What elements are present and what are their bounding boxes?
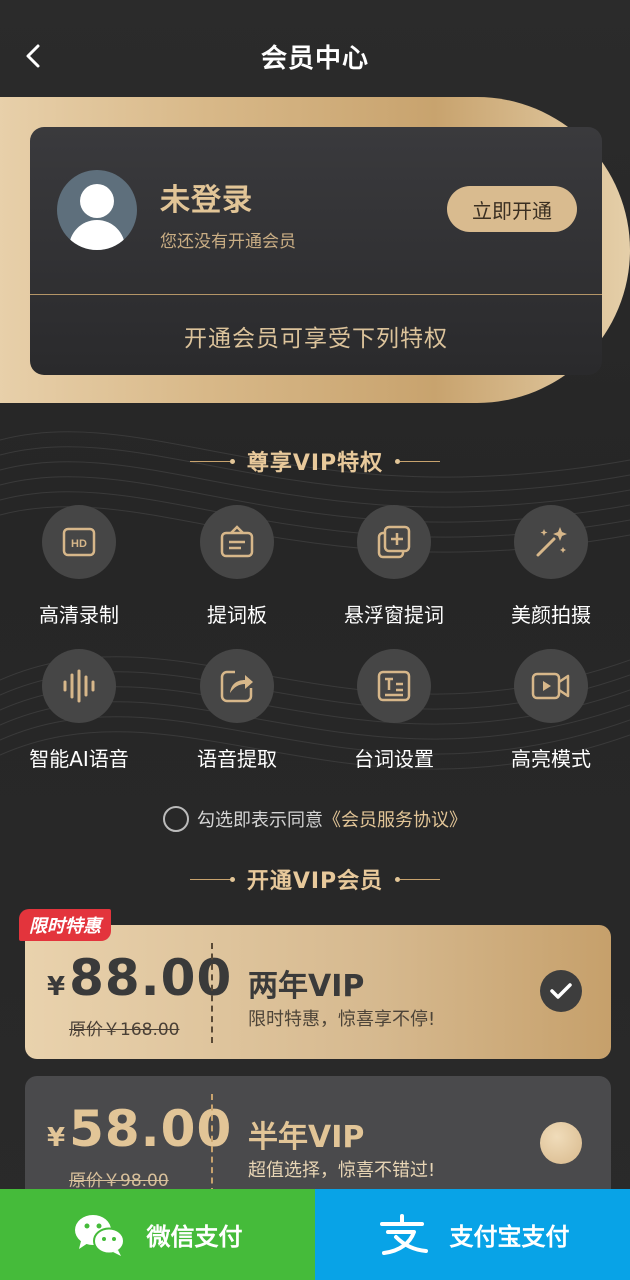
privilege-item-script-settings[interactable]: 台词设置: [315, 649, 473, 772]
price-amount: 88.00: [69, 949, 233, 1007]
header-bar: 会员中心: [0, 0, 630, 110]
privilege-label: 智能AI语音: [29, 747, 129, 771]
privilege-label: 悬浮窗提词: [344, 603, 444, 627]
plan-unselected-radio[interactable]: [540, 1122, 582, 1164]
card-divider: [30, 294, 602, 295]
hd-icon: HD: [42, 505, 116, 579]
membership-status: 您还没有开通会员: [160, 232, 296, 252]
plan-card-half-year[interactable]: ¥ 58.00 原价￥98.00 半年VIP 超值选择，惊喜不错过!: [25, 1076, 611, 1206]
payment-bar: 微信支付 支付宝支付: [0, 1189, 630, 1280]
plans-heading: 开通VIP会员: [0, 859, 630, 899]
price-amount: 58.00: [69, 1100, 233, 1158]
privileges-title: 尊享VIP特权: [246, 451, 384, 476]
avatar[interactable]: [57, 170, 137, 250]
plan-description: 限时特惠，惊喜享不停!: [248, 1009, 436, 1030]
privilege-label: 语音提取: [197, 747, 277, 771]
plan-card-two-year[interactable]: ¥ 88.00 原价￥168.00 两年VIP 限时特惠，惊喜享不停!: [25, 925, 611, 1059]
plan-description: 超值选择，惊喜不错过!: [248, 1160, 436, 1181]
video-camera-icon: [514, 649, 588, 723]
privilege-hint: 开通会员可享受下列特权: [184, 326, 448, 352]
privilege-item-teleprompter-board[interactable]: 提词板: [158, 505, 316, 628]
plan-name: 两年VIP: [248, 969, 365, 1004]
privilege-item-hd-recording[interactable]: HD 高清录制: [0, 505, 158, 628]
page-title: 会员中心: [260, 44, 369, 74]
agreement-checkbox[interactable]: [163, 806, 189, 832]
alipay-label: 支付宝支付: [449, 1223, 570, 1251]
svg-text:HD: HD: [71, 538, 87, 550]
heading-decoration-right: [395, 458, 441, 464]
service-agreement-link[interactable]: 《会员服务协议》: [323, 806, 467, 832]
privilege-item-highlight-mode[interactable]: 高亮模式: [472, 649, 630, 772]
user-card: 未登录 您还没有开通会员 立即开通 开通会员可享受下列特权: [30, 127, 602, 375]
privilege-item-ai-voice[interactable]: 智能AI语音: [0, 649, 158, 772]
privilege-label: 高清录制: [39, 603, 119, 627]
agreement-text: 勾选即表示同意: [197, 810, 323, 831]
voice-wave-icon: [42, 649, 116, 723]
user-name[interactable]: 未登录: [160, 175, 253, 219]
privilege-item-beauty-shoot[interactable]: 美颜拍摄: [472, 505, 630, 628]
share-extract-icon: [200, 649, 274, 723]
agreement-row: 勾选即表示同意 《会员服务协议》: [0, 806, 630, 832]
original-price: 原价￥168.00: [69, 1020, 180, 1040]
plan-selected-check[interactable]: [540, 970, 582, 1012]
heading-decoration-left: [189, 876, 235, 882]
magic-wand-icon: [514, 505, 588, 579]
heading-decoration-left: [189, 458, 235, 464]
plan-price: ¥ 88.00: [47, 949, 232, 1007]
floating-window-icon: [357, 505, 431, 579]
privilege-label: 美颜拍摄: [511, 603, 591, 627]
heading-decoration-right: [395, 876, 441, 882]
checkmark-icon: [550, 983, 572, 999]
alipay-icon: [379, 1213, 428, 1255]
currency-symbol: ¥: [47, 972, 66, 1002]
currency-symbol: ¥: [47, 1123, 66, 1153]
privilege-label: 高亮模式: [511, 747, 591, 771]
privilege-item-voice-extract[interactable]: 语音提取: [158, 649, 316, 772]
original-price: 原价￥98.00: [69, 1171, 169, 1191]
plan-name: 半年VIP: [248, 1120, 365, 1155]
plan-dashed-divider: [211, 1094, 213, 1194]
privilege-label: 台词设置: [354, 747, 434, 771]
wechat-pay-button[interactable]: 微信支付: [0, 1189, 315, 1280]
script-settings-icon: [357, 649, 431, 723]
privileges-heading: 尊享VIP特权: [0, 441, 630, 481]
limited-offer-tag: 限时特惠: [19, 909, 111, 941]
open-now-button[interactable]: 立即开通: [447, 186, 577, 232]
plans-title: 开通VIP会员: [246, 869, 384, 894]
wechat-icon: [74, 1214, 125, 1256]
wechat-pay-label: 微信支付: [146, 1223, 243, 1251]
privilege-label: 提词板: [207, 603, 267, 627]
alipay-button[interactable]: 支付宝支付: [315, 1189, 630, 1280]
avatar-head-shape: [80, 184, 114, 218]
teleprompter-board-icon: [200, 505, 274, 579]
privilege-item-floating-window[interactable]: 悬浮窗提词: [315, 505, 473, 628]
avatar-body-shape: [69, 220, 125, 250]
plan-price: ¥ 58.00: [47, 1100, 232, 1158]
plan-dashed-divider: [211, 943, 213, 1043]
